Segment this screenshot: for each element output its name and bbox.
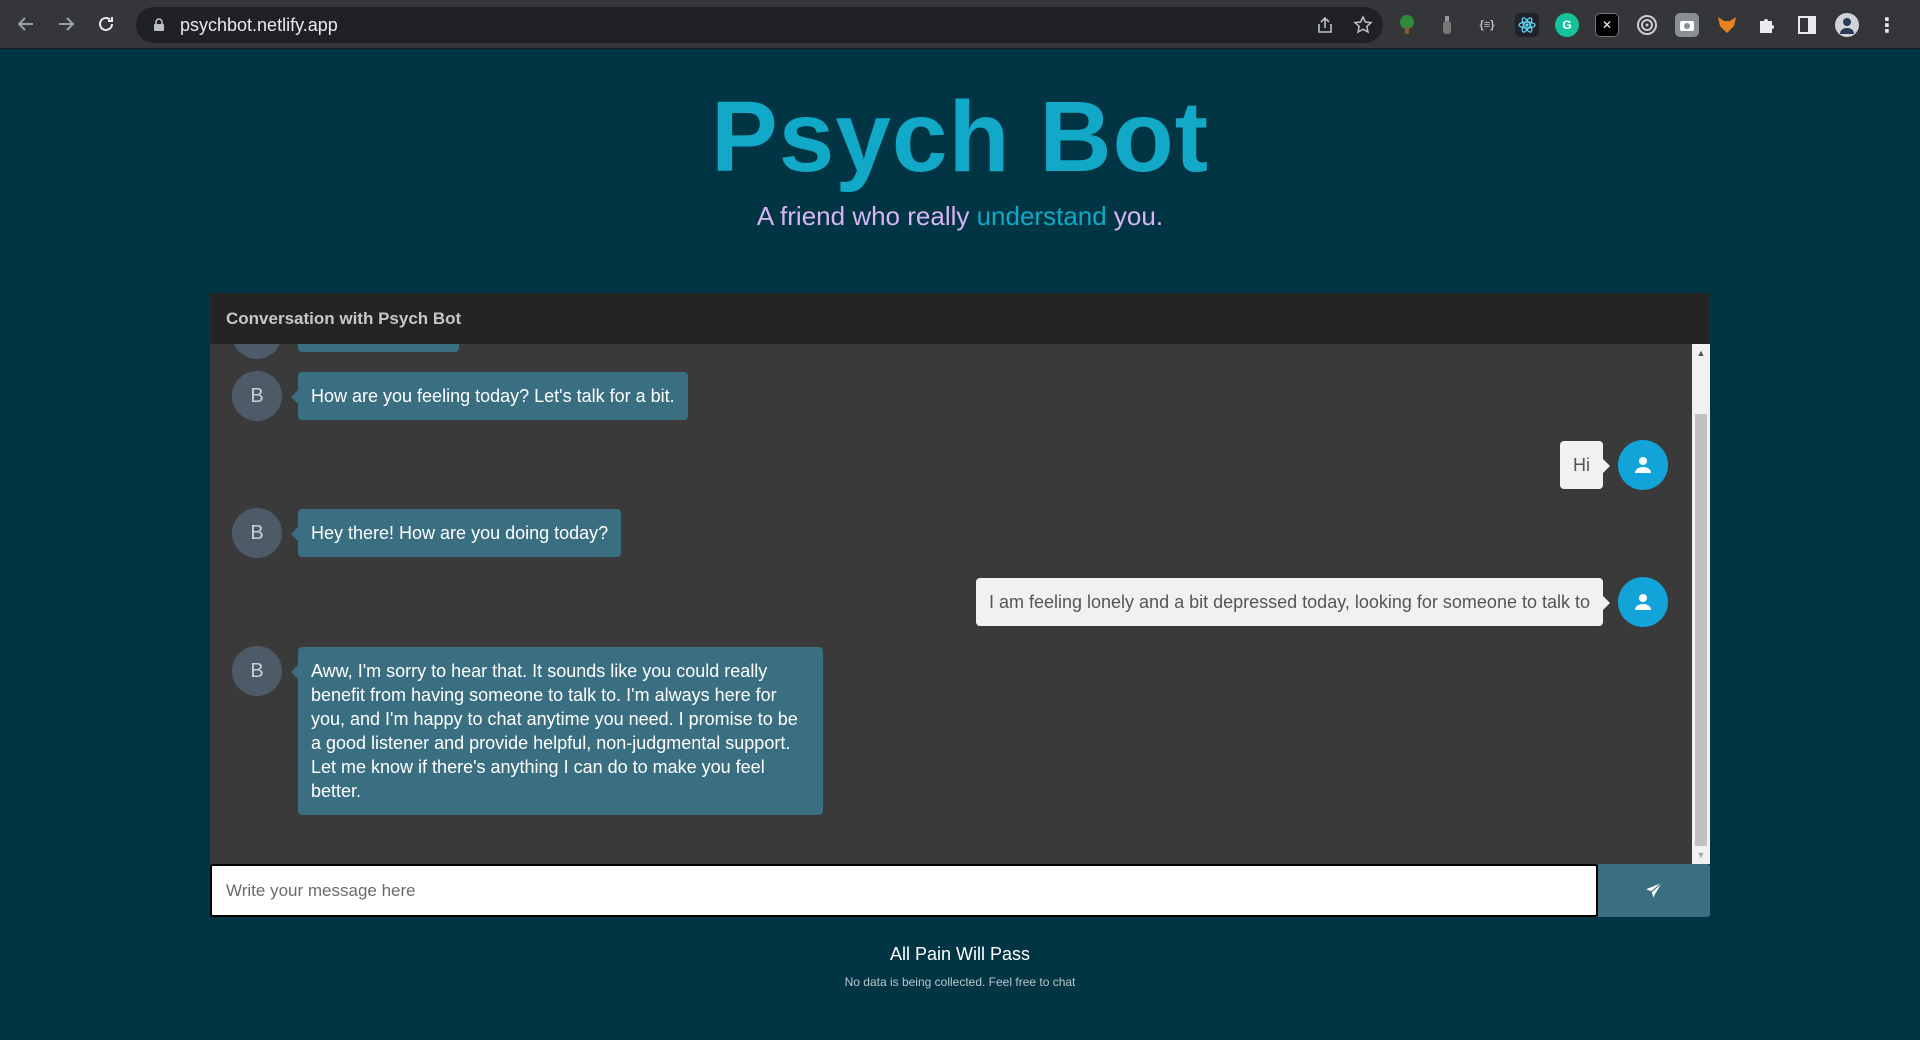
share-icon[interactable] [1315, 15, 1335, 35]
scroll-down-arrow-icon[interactable]: ▼ [1692, 846, 1710, 864]
json-icon[interactable]: {≡} [1475, 13, 1499, 37]
target-icon[interactable] [1635, 13, 1659, 37]
tagline-part1: A friend who really [756, 201, 977, 231]
fox-icon[interactable] [1715, 13, 1739, 37]
sidebar-icon[interactable] [1795, 13, 1819, 37]
footer-note: No data is being collected. Feel free to… [844, 975, 1076, 989]
user-icon [1635, 594, 1651, 610]
footer-title: All Pain Will Pass [889, 944, 1031, 964]
bot-message: How are you feeling today? Let's talk fo… [291, 372, 688, 420]
browser-toolbar: psychbot.netlify.app {≡} G ✕ ⋮ [0, 0, 1920, 49]
tagline-part2: you. [1106, 201, 1164, 231]
bottle-icon[interactable] [1435, 13, 1459, 37]
chat-messages[interactable]: B How are you feeling today? Let's talk … [210, 344, 1710, 864]
grammarly-icon[interactable]: G [1555, 13, 1579, 37]
user-avatar [1618, 440, 1668, 490]
chat-panel: Conversation with Psych Bot B How are yo… [210, 293, 1710, 917]
arrow-left-icon [17, 17, 33, 31]
camera-icon[interactable] [1675, 13, 1699, 37]
send-icon [1643, 880, 1665, 901]
lock-icon [154, 18, 164, 31]
bot-avatar: B [232, 508, 282, 558]
x-icon[interactable]: ✕ [1595, 13, 1619, 37]
chat-header: Conversation with Psych Bot [210, 293, 1710, 344]
send-button[interactable] [1598, 864, 1710, 917]
scroll-up-arrow-icon[interactable]: ▲ [1692, 344, 1710, 362]
page-title: Psych Bot [710, 81, 1209, 193]
forward-button[interactable] [46, 4, 86, 44]
message-input[interactable] [210, 864, 1598, 917]
tagline: A friend who really understand you. [0, 198, 1920, 234]
user-message: I am feeling lonely and a bit depressed … [975, 578, 1611, 626]
address-bar[interactable]: psychbot.netlify.app [136, 7, 1383, 43]
bot-message: Aww, I'm sorry to hear that. It sounds l… [291, 647, 823, 815]
bot-avatar [232, 344, 282, 359]
reload-icon [99, 16, 113, 31]
menu-kebab-icon[interactable]: ⋮ [1875, 13, 1899, 37]
bot-message: Hey there! How are you doing today? [290, 509, 622, 557]
back-button[interactable] [6, 4, 46, 44]
bot-avatar: B [232, 646, 282, 696]
user-message: Hi [1560, 441, 1610, 489]
bot-bubble-clipped [298, 344, 459, 352]
arrow-right-icon [59, 17, 75, 31]
bookmark-star-icon[interactable] [1353, 15, 1373, 35]
user-avatar [1618, 577, 1668, 627]
url-text: psychbot.netlify.app [180, 14, 338, 35]
scroll-thumb[interactable] [1695, 414, 1707, 846]
user-icon [1635, 457, 1651, 473]
tagline-highlight: understand [976, 201, 1107, 231]
extensions-tray: {≡} G ✕ ⋮ [1395, 7, 1899, 43]
bot-avatar: B [232, 371, 282, 421]
reload-button[interactable] [86, 4, 126, 44]
chat-scrollbar[interactable]: ▲ ▼ [1692, 344, 1710, 864]
puzzle-icon[interactable] [1755, 13, 1779, 37]
profile-avatar[interactable] [1835, 13, 1859, 37]
tree-icon[interactable] [1395, 13, 1419, 37]
react-icon[interactable] [1515, 13, 1539, 37]
message-composer [210, 864, 1710, 917]
